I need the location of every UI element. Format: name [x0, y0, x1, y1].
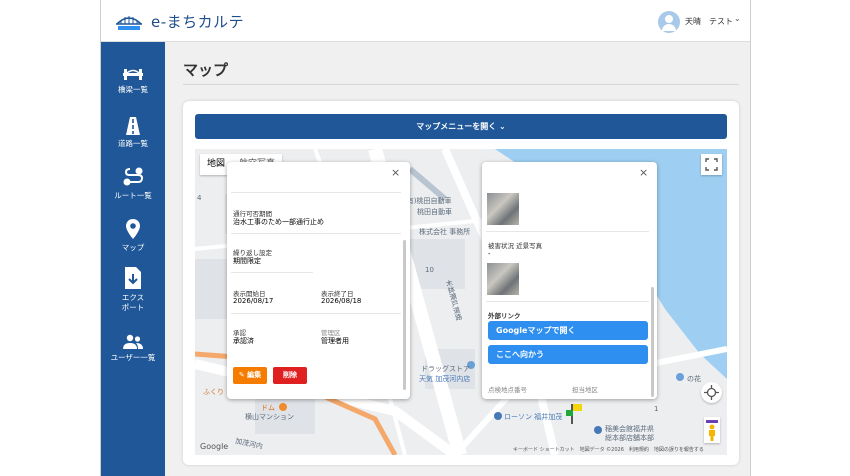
- sidebar-item-users[interactable]: ユーザー一覧: [101, 334, 165, 363]
- user-name[interactable]: 天晴 テスト: [685, 16, 733, 27]
- camera-control-button[interactable]: [701, 382, 722, 403]
- chevron-down-icon[interactable]: ⌄: [734, 14, 741, 23]
- sidebar-item-routes[interactable]: ルート一覧: [101, 166, 165, 201]
- sidebar-item-label: マップ: [121, 243, 145, 252]
- field-value: -: [488, 250, 491, 258]
- map-poi-label: 桃田自動車: [417, 208, 452, 216]
- route-icon: [123, 167, 144, 186]
- section-label: 外部リンク: [488, 312, 521, 320]
- sidebar-item-bridges[interactable]: 橋梁一覧: [101, 66, 165, 95]
- map-poi-label: 天気 加茂河内店: [419, 375, 471, 383]
- sidebar-item-roads[interactable]: 道路一覧: [101, 116, 165, 149]
- field-value: 2026/08/17: [233, 297, 274, 305]
- sidebar-item-label: 道路一覧: [118, 139, 148, 148]
- field-value: 承認済: [233, 337, 254, 345]
- fullscreen-icon: [705, 158, 718, 171]
- divider: [486, 301, 649, 302]
- field-value: 2026/08/18: [321, 297, 362, 305]
- map-menu-button[interactable]: マップメニューを開く ⌄: [195, 114, 727, 139]
- user-avatar-icon[interactable]: [658, 11, 680, 33]
- scrollbar[interactable]: [651, 287, 654, 397]
- map-poi-label: ローソン 福井加茂: [504, 413, 563, 421]
- map-canvas[interactable]: (有)桃田自動車 桃田自動車 株式会社 事務所 10 4 1 木鉢瀬戸道路 ドラ…: [195, 149, 727, 455]
- directions-button[interactable]: ここへ向かう: [488, 345, 648, 364]
- open-google-maps-button[interactable]: Googleマップで開く: [488, 321, 648, 340]
- field-label: 被害状況 近景写真: [488, 242, 543, 250]
- sidebar: 橋梁一覧 道路一覧 ルート一覧 マップ エクス ポート ユーザー一覧: [101, 42, 165, 476]
- photo-thumbnail[interactable]: [487, 263, 519, 295]
- camera-control-icon: [704, 385, 719, 400]
- divider: [231, 313, 401, 314]
- map-menu-label: マップメニューを開く: [416, 122, 497, 131]
- bridge-icon: [123, 69, 143, 80]
- map-pin-icon: [126, 219, 140, 239]
- sidebar-item-map[interactable]: マップ: [101, 218, 165, 253]
- page-title: マップ: [183, 61, 229, 79]
- scrollbar[interactable]: [403, 240, 406, 390]
- field-value: 期間限定: [233, 257, 261, 265]
- field-value: 管理者用: [321, 337, 349, 345]
- map-attribution[interactable]: キーボード ショートカット 地図データ ©2026 利用規約 地図の誤りを報告す…: [513, 446, 704, 453]
- divider: [231, 192, 401, 193]
- google-logo: Google: [200, 442, 229, 451]
- map-poi-label: ドラッグストア: [421, 365, 470, 373]
- map-poi-label: 株式会社 事務所: [419, 228, 471, 236]
- delete-button[interactable]: 削除: [273, 367, 307, 384]
- app-window: e-まちカルテ 天晴 テスト ⌄ 橋梁一覧 道路一覧 ルート一覧 マップ エクス…: [100, 0, 751, 476]
- divider: [231, 233, 401, 234]
- divider: [486, 231, 649, 232]
- edit-button[interactable]: ✎ 編集: [233, 367, 267, 384]
- field-label: 担当地区: [572, 386, 598, 394]
- close-icon[interactable]: ×: [639, 166, 648, 179]
- info-popup-right: × 被害状況 近景写真 - 外部リンク Googleマップで開く ここへ向かう …: [482, 162, 657, 399]
- map-number-label: 10: [425, 266, 434, 274]
- pencil-icon: ✎: [238, 371, 245, 379]
- map-poi-label: 総本部店舗本部: [605, 434, 654, 442]
- info-popup-left: × 通行可否期間 治水工事のため一部通行止め 繰り返し設定 期間限定 表示開始日…: [227, 162, 410, 399]
- sidebar-item-export[interactable]: エクス ポート: [101, 266, 165, 313]
- sidebar-item-label: ユーザー一覧: [110, 353, 156, 362]
- field-value: 治水工事のため一部通行止め: [233, 218, 324, 226]
- top-bar: e-まちカルテ 天晴 テスト ⌄: [101, 0, 750, 42]
- sidebar-item-label: 橋梁一覧: [118, 85, 148, 94]
- edit-button-label: 編集: [247, 371, 262, 379]
- users-icon: [123, 334, 143, 349]
- fullscreen-button[interactable]: [701, 154, 722, 175]
- export-icon: [125, 267, 141, 289]
- road-icon: [126, 117, 140, 135]
- map-number-label: 4: [197, 194, 202, 202]
- map-poi-label: 横山マンション: [245, 413, 294, 421]
- divider: [183, 84, 739, 85]
- bridge-logo-icon: [116, 16, 142, 30]
- map-poi-label: の花: [687, 375, 701, 383]
- close-icon[interactable]: ×: [391, 166, 400, 179]
- field-label: 点検地点番号: [488, 386, 527, 394]
- map-poi-label: (有)桃田自動車: [404, 197, 452, 205]
- map-number-label: 1: [654, 405, 659, 413]
- sidebar-item-label: ルート一覧: [114, 191, 152, 200]
- street-view-button[interactable]: [704, 417, 720, 443]
- divider: [231, 272, 313, 273]
- map-poi-label: ふくり: [203, 388, 224, 396]
- photo-thumbnail[interactable]: [487, 193, 519, 225]
- sidebar-item-label: エクス ポート: [121, 293, 145, 312]
- app-title[interactable]: e-まちカルテ: [151, 11, 244, 32]
- pegman-icon: [706, 420, 718, 441]
- chevron-down-icon: ⌄: [499, 122, 506, 131]
